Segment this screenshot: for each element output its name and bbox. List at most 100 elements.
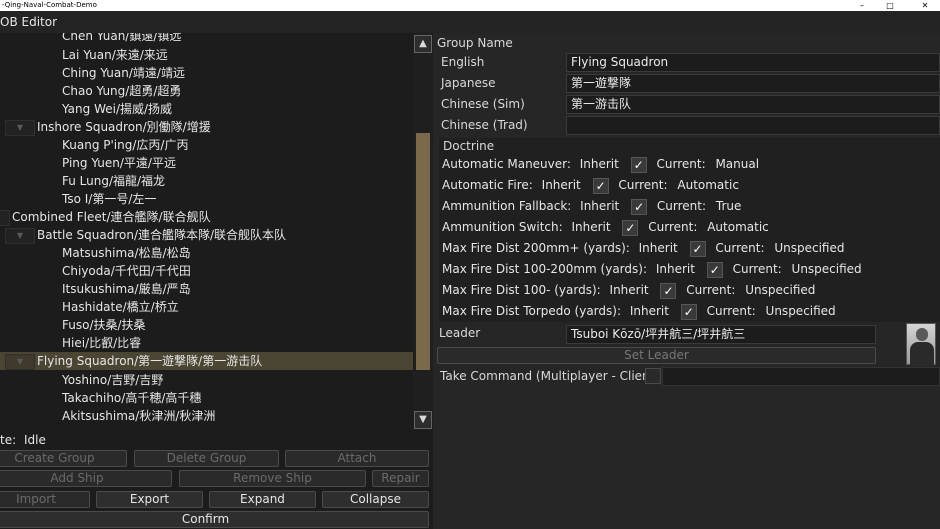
portrait-head (916, 328, 928, 341)
tree-row-label: Inshore Squadron/別働隊/增援 (37, 120, 211, 134)
scroll-down-icon[interactable]: ▼ (414, 411, 432, 429)
tree-row[interactable]: Fuso/扶桑/扶桑 (0, 316, 413, 334)
create-group-button[interactable]: Create Group (0, 450, 127, 467)
inherit-checkbox[interactable]: ✓ (660, 282, 677, 299)
window-title: -Qing-Naval-Combat-Demo (2, 1, 97, 9)
close-icon[interactable]: ✕ (915, 0, 935, 11)
chinese-trad-name-input[interactable] (566, 116, 940, 135)
scroll-thumb[interactable] (416, 133, 430, 370)
current-label: Current: (715, 241, 765, 255)
take-command-checkbox[interactable] (645, 368, 661, 384)
tree-row-label: Itsukushima/厳島/严岛 (62, 282, 191, 296)
maximize-icon[interactable]: □ (880, 0, 900, 11)
current-value: Unspecified (791, 262, 862, 276)
collapse-button[interactable]: Collapse (322, 491, 429, 508)
tree-row[interactable]: Lai Yuan/来遠/来远 (0, 46, 413, 64)
collapse-toggle-icon[interactable] (0, 210, 10, 226)
leader-input[interactable]: Tsuboi Kōzō/坪井航三/坪井航三 (566, 325, 876, 344)
inherit-label: Inherit (571, 220, 611, 234)
tree-row[interactable]: Chen Yuan/鎮遠/镇远 (0, 33, 413, 45)
delete-group-button[interactable]: Delete Group (134, 450, 279, 467)
collapse-toggle-icon[interactable]: ▼ (5, 228, 35, 244)
tree-row[interactable]: Itsukushima/厳島/严岛 (0, 280, 413, 298)
current-label: Current: (648, 220, 698, 234)
add-ship-button[interactable]: Add Ship (0, 470, 172, 487)
set-leader-button[interactable]: Set Leader (437, 347, 876, 364)
leader-portrait (906, 323, 936, 366)
ob-tree[interactable]: Chen Yuan/鎮遠/镇远 Lai Yuan/来遠/来远 Ching Yua… (0, 33, 413, 430)
expand-button[interactable]: Expand (209, 491, 316, 508)
tree-row[interactable]: Yang Wei/揚威/扬威 (0, 100, 413, 118)
inherit-checkbox[interactable]: ✓ (592, 177, 609, 194)
import-button[interactable]: Import (0, 491, 90, 508)
tree-row[interactable]: Hiei/比叡/比睿 (0, 334, 413, 352)
doctrine-row-fire-dist-100: Max Fire Dist 100- (yards): Inherit ✓ Cu… (442, 280, 815, 301)
scroll-up-icon[interactable]: ▲ (414, 35, 432, 53)
doctrine-name: Max Fire Dist 100-200mm (yards): (442, 262, 647, 276)
inherit-checkbox[interactable]: ✓ (689, 240, 706, 257)
tree-row[interactable]: Ching Yuan/靖遠/靖远 (0, 64, 413, 82)
chinese-trad-label: Chinese (Trad) (441, 118, 528, 132)
tree-row-label: Combined Fleet/連合艦隊/联合舰队 (12, 210, 211, 224)
doctrine-name: Max Fire Dist 100- (yards): (442, 283, 601, 297)
tree-scrollbar[interactable]: ▲ ▼ (413, 33, 433, 430)
tree-row[interactable]: Tso I/第一号/左一 (0, 190, 413, 208)
tree-row[interactable]: Ping Yuen/平遠/平远 (0, 154, 413, 172)
editor-header: OB Editor (0, 11, 940, 33)
doctrine-row-fire-dist-torpedo: Max Fire Dist Torpedo (yards): Inherit ✓… (442, 301, 836, 322)
tree-row[interactable]: Chiyoda/千代田/千代田 (0, 262, 413, 280)
doctrine-name: Ammunition Fallback: (442, 199, 572, 213)
inherit-checkbox[interactable]: ✓ (706, 261, 723, 278)
english-label: English (441, 55, 485, 69)
tree-row[interactable]: Takachiho/高千穂/高千穗 (0, 389, 413, 407)
tree-row[interactable]: Yoshino/吉野/吉野 (0, 371, 413, 389)
doctrine-row-auto-maneuver: Automatic Maneuver: Inherit ✓ Current: M… (442, 154, 759, 175)
state-label: te: (0, 433, 17, 447)
inherit-checkbox[interactable]: ✓ (622, 219, 639, 236)
chinese-sim-label: Chinese (Sim) (441, 97, 525, 111)
leader-label: Leader (439, 326, 481, 340)
tree-row-group[interactable]: ▼ Battle Squadron/連合艦隊本隊/联合舰队本队 (0, 226, 413, 244)
tree-row[interactable]: Hashidate/橋立/桥立 (0, 298, 413, 316)
japanese-name-input[interactable]: 第一遊撃隊 (566, 74, 940, 93)
tree-row[interactable]: Matsushima/松島/松岛 (0, 244, 413, 262)
repair-button[interactable]: Repair (372, 470, 429, 487)
current-label: Current: (706, 304, 756, 318)
doctrine-panel: Doctrine Automatic Maneuver: Inherit ✓ C… (439, 138, 940, 322)
tree-row-label: Flying Squadron/第一遊撃隊/第一游击队 (37, 354, 263, 368)
tree-row-fleet[interactable]: Combined Fleet/連合艦隊/联合舰队 (0, 208, 413, 226)
tree-row-group[interactable]: ▼ Inshore Squadron/別働隊/增援 (0, 118, 413, 136)
tree-row-label: Fuso/扶桑/扶桑 (62, 318, 146, 332)
tree-row-label: Battle Squadron/連合艦隊本隊/联合舰队本队 (37, 228, 287, 242)
current-label: Current: (656, 157, 706, 171)
inherit-checkbox[interactable]: ✓ (630, 156, 647, 173)
tree-row[interactable]: Kuang P'ing/広丙/广丙 (0, 136, 413, 154)
tree-row-label: Fu Lung/福龍/福龙 (62, 174, 166, 188)
tree-row-label: Hiei/比叡/比睿 (62, 336, 142, 350)
inherit-checkbox[interactable]: ✓ (680, 303, 697, 320)
english-name-input[interactable]: Flying Squadron (566, 53, 940, 72)
minimize-icon[interactable]: – (852, 0, 872, 11)
chinese-sim-name-input[interactable]: 第一游击队 (566, 95, 940, 114)
tree-row-group-selected[interactable]: ▼ Flying Squadron/第一遊撃隊/第一游击队 (0, 352, 413, 370)
tree-row-label: Matsushima/松島/松岛 (62, 246, 191, 260)
tree-row[interactable]: Chao Yung/超勇/超勇 (0, 82, 413, 100)
tree-row-label: Ping Yuen/平遠/平远 (62, 156, 176, 170)
tree-row-label: Hashidate/橋立/桥立 (62, 300, 179, 314)
current-label: Current: (618, 178, 668, 192)
editor-title: OB Editor (0, 15, 58, 29)
japanese-label: Japanese (441, 76, 496, 90)
tree-row[interactable]: Akitsushima/秋津洲/秋津洲 (0, 407, 413, 425)
doctrine-row-ammo-switch: Ammunition Switch: Inherit ✓ Current: Au… (442, 217, 769, 238)
doctrine-heading: Doctrine (443, 139, 495, 153)
tree-row[interactable]: Fu Lung/福龍/福龙 (0, 172, 413, 190)
take-command-field (662, 367, 940, 386)
collapse-toggle-icon[interactable]: ▼ (5, 354, 35, 370)
collapse-toggle-icon[interactable]: ▼ (5, 120, 35, 136)
attach-button[interactable]: Attach (285, 450, 429, 467)
export-button[interactable]: Export (96, 491, 203, 508)
inherit-checkbox[interactable]: ✓ (631, 198, 648, 215)
confirm-button[interactable]: Confirm (0, 511, 429, 528)
remove-ship-button[interactable]: Remove Ship (179, 470, 366, 487)
current-value: Automatic (677, 178, 739, 192)
